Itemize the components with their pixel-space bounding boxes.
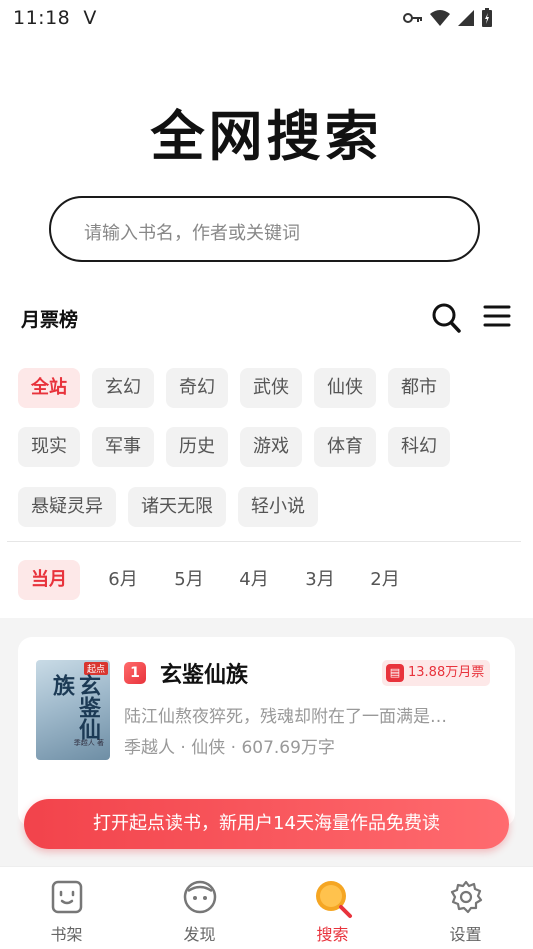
category-chip[interactable]: 现实 [18,427,80,467]
category-chip[interactable]: 武侠 [240,368,302,408]
cover-author: 季越人 著 [73,739,104,747]
category-chip[interactable]: 历史 [166,427,228,467]
category-chip[interactable]: 都市 [388,368,450,408]
ticket-icon: ▤ [386,664,404,682]
rank-badge: 1 [124,662,146,684]
divider [7,541,521,542]
tab-label: 设置 [449,925,482,944]
bottom-tab-bar: 书架 发现 搜索 设置 [0,866,533,949]
category-chip[interactable]: 全站 [18,368,80,408]
category-chip[interactable]: 仙侠 [314,368,376,408]
category-chip[interactable]: 科幻 [388,427,450,467]
category-chip[interactable]: 游戏 [240,427,302,467]
month-tab[interactable]: 4月 [223,560,285,600]
open-app-banner[interactable]: 打开起点读书，新用户14天海量作品免费读 [24,799,509,849]
page-logo: 全网搜索 [150,105,383,168]
vote-badge: ▤ 13.88万月票 [382,660,491,686]
battery-icon [482,8,492,27]
category-chip[interactable]: 军事 [92,427,154,467]
category-chip[interactable]: 诸天无限 [128,487,226,527]
search-icon[interactable] [432,302,462,334]
month-tab[interactable]: 3月 [289,560,351,600]
key-icon [403,13,422,23]
wifi-icon [430,10,450,26]
category-chip[interactable]: 悬疑灵异 [18,487,116,527]
search-placeholder: 请输入书名，作者或关键词 [84,223,300,244]
signal-icon [458,10,474,26]
tab-label: 书架 [50,925,83,944]
category-chip[interactable]: 奇幻 [166,368,228,408]
month-tab[interactable]: 6月 [92,560,154,600]
status-time: 11:18 V [13,7,97,29]
tab-search[interactable]: 搜索 [266,867,399,949]
tab-settings[interactable]: 设置 [399,867,532,949]
book-description: 陆江仙熬夜猝死，残魂却附在了一面满是… [124,707,447,727]
category-chip[interactable]: 体育 [314,427,376,467]
gear-icon [450,880,482,914]
tab-label: 搜索 [316,925,349,944]
status-bar: 11:18 V [0,0,533,36]
book-meta: 季越人 · 仙侠 · 607.69万字 [124,738,335,758]
month-tab[interactable]: 2月 [354,560,416,600]
menu-icon[interactable] [483,302,511,330]
tab-discover[interactable]: 发现 [133,867,266,949]
book-title[interactable]: 玄鉴仙族 [160,657,248,689]
discover-icon [183,880,216,914]
search-icon [315,881,352,918]
month-tab[interactable]: 5月 [158,560,220,600]
category-chip[interactable]: 玄幻 [92,368,154,408]
book-cover[interactable]: 起点 玄鉴仙族 季越人 著 [36,660,110,760]
tab-bookshelf[interactable]: 书架 [0,867,133,949]
status-icons [403,8,493,28]
bookshelf-icon [51,880,82,914]
category-chip[interactable]: 轻小说 [238,487,318,527]
tab-label: 发现 [183,925,216,944]
search-input[interactable]: 请输入书名，作者或关键词 [49,196,480,262]
ranking-title: 月票榜 [21,309,79,331]
month-tab[interactable]: 当月 [18,560,80,600]
